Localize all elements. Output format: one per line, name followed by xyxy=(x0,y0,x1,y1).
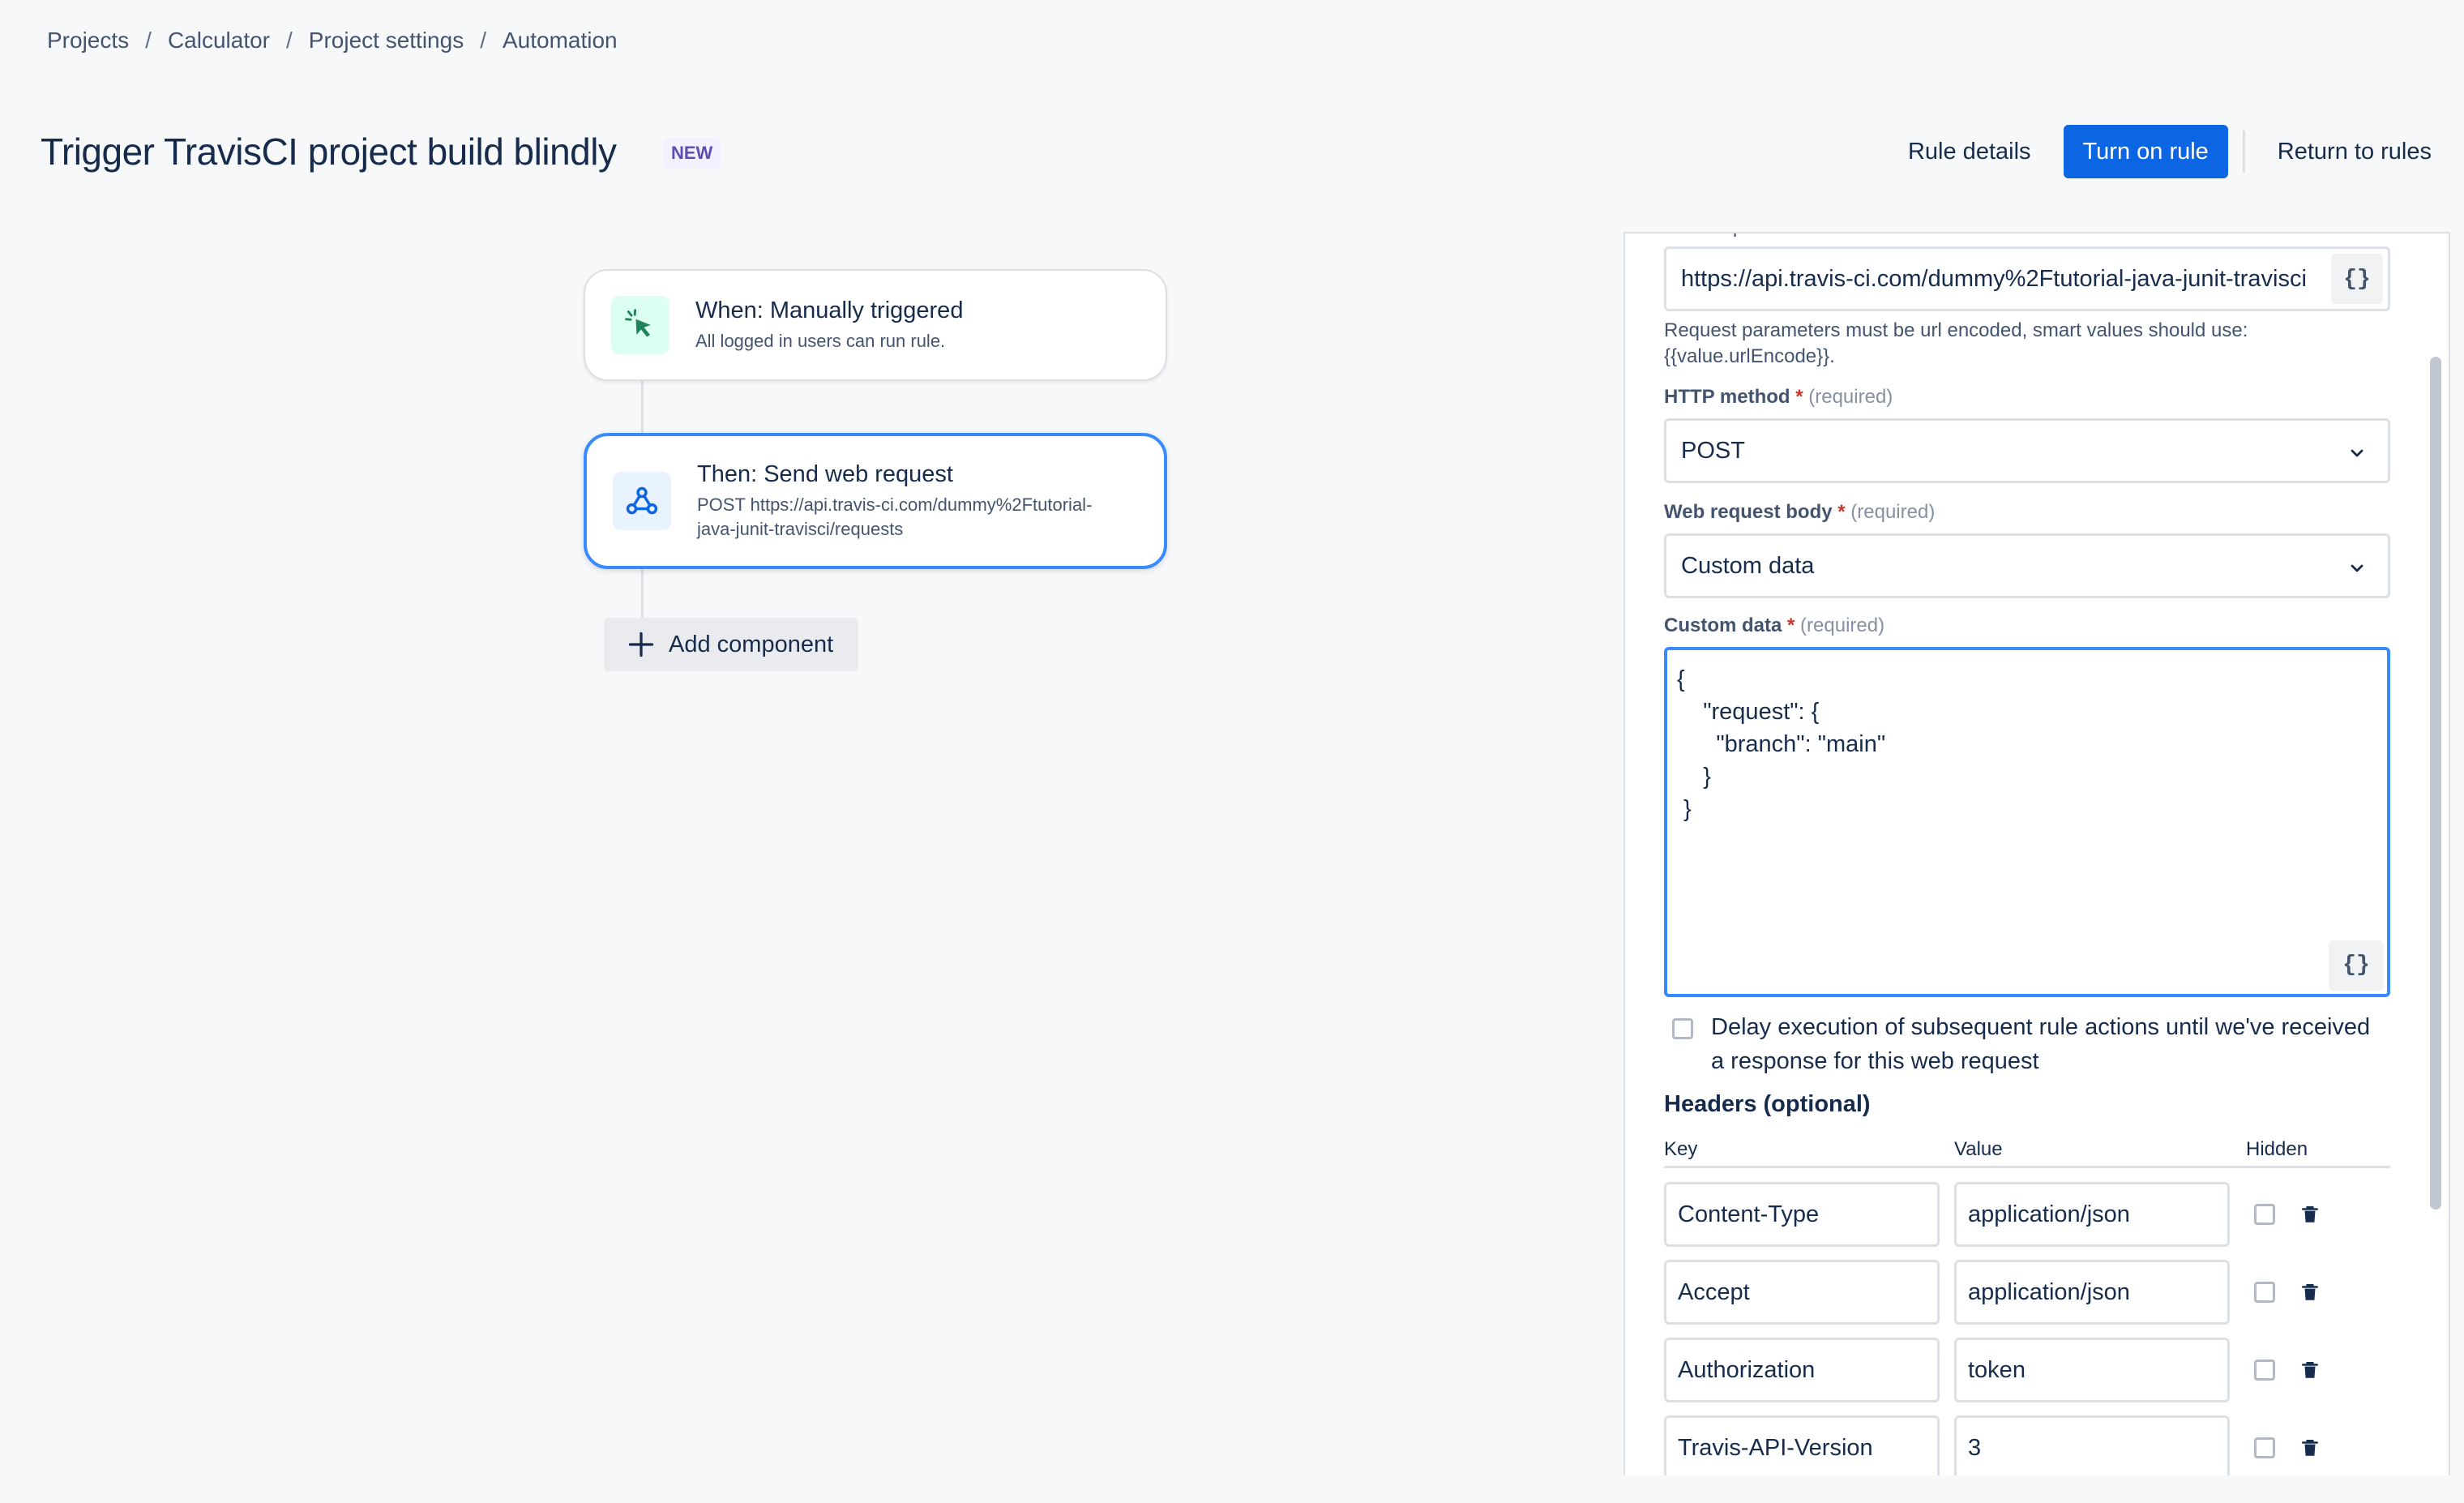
code-line: "branch": "main" xyxy=(1677,731,1886,757)
header-row: Authorization token xyxy=(1664,1338,2321,1402)
page-title: Trigger TravisCI project build blindly xyxy=(41,131,617,173)
custom-data-label-text: Custom data xyxy=(1664,614,1782,636)
delay-execution-option: Delay execution of subsequent rule actio… xyxy=(1672,1010,2385,1078)
header-value-input[interactable]: application/json xyxy=(1954,1182,2230,1247)
breadcrumb: Projects / Calculator / Project settings… xyxy=(47,28,618,54)
headers-value-column: Value xyxy=(1954,1138,2003,1160)
http-method-label-text: HTTP method xyxy=(1664,386,1790,408)
header-actions: Rule details Turn on rule Return to rule… xyxy=(1876,125,2464,178)
header-key-input[interactable]: Accept xyxy=(1664,1260,1940,1325)
action-card[interactable]: Then: Send web request POST https://api.… xyxy=(584,433,1167,569)
plus-icon xyxy=(628,632,654,657)
headers-key-column: Key xyxy=(1664,1138,1698,1160)
header-value-input[interactable]: application/json xyxy=(1954,1260,2230,1325)
panel-scrollbar[interactable] xyxy=(2430,357,2441,1210)
body-label-text: Web request body xyxy=(1664,501,1833,523)
url-label: Web request URL xyxy=(1664,233,1818,238)
action-subtitle-line2: java-junit-travisci/requests xyxy=(697,518,904,539)
http-method-value: POST xyxy=(1681,437,1745,464)
code-line: } xyxy=(1677,796,1692,822)
header-row: Accept application/json xyxy=(1664,1260,2321,1325)
required-star: * xyxy=(1787,614,1795,636)
breadcrumb-project-settings[interactable]: Project settings xyxy=(309,28,464,54)
http-method-label: HTTP method * (required) xyxy=(1664,386,1893,409)
required-hint: (required) xyxy=(1808,386,1893,408)
header-row: Content-Type application/json xyxy=(1664,1182,2321,1247)
trigger-subtitle: All logged in users can run rule. xyxy=(695,330,946,351)
required-hint: (required) xyxy=(1800,614,1885,636)
breadcrumb-calculator[interactable]: Calculator xyxy=(168,28,270,54)
header-key-input[interactable]: Travis-API-Version xyxy=(1664,1415,1940,1475)
delay-text: Delay execution of subsequent rule actio… xyxy=(1711,1014,2371,1074)
header-value-input[interactable]: 3 xyxy=(1954,1415,2230,1475)
http-method-select[interactable]: POST xyxy=(1664,418,2390,483)
flow-connector xyxy=(641,567,644,619)
trash-icon[interactable] xyxy=(2299,1437,2321,1458)
url-input[interactable]: https://api.travis-ci.com/dummy%2Ftutori… xyxy=(1664,246,2390,311)
header-hidden-checkbox[interactable] xyxy=(2254,1282,2275,1303)
component-config-panel: Web request URL https://api.travis-ci.co… xyxy=(1623,232,2450,1475)
custom-data-label: Custom data * (required) xyxy=(1664,614,1884,637)
header-hidden-checkbox[interactable] xyxy=(2254,1437,2275,1458)
add-component-label: Add component xyxy=(669,631,834,657)
trash-icon[interactable] xyxy=(2299,1204,2321,1225)
flow-connector xyxy=(641,381,644,435)
breadcrumb-automation[interactable]: Automation xyxy=(503,28,618,54)
action-subtitle-line1: POST https://api.travis-ci.com/dummy%2Ft… xyxy=(697,494,1093,515)
trigger-card[interactable]: When: Manually triggered All logged in u… xyxy=(584,269,1167,381)
body-select[interactable]: Custom data xyxy=(1664,533,2390,598)
code-line: "request": { xyxy=(1677,699,1820,725)
required-star: * xyxy=(1837,501,1846,523)
automation-rule-editor: Projects / Calculator / Project settings… xyxy=(0,0,2464,1503)
breadcrumb-separator: / xyxy=(145,28,152,53)
body-label: Web request body * (required) xyxy=(1664,501,1935,524)
header-key-input[interactable]: Content-Type xyxy=(1664,1182,1940,1247)
webhook-icon xyxy=(613,472,671,530)
code-line: } xyxy=(1677,764,1711,790)
custom-data-textarea[interactable]: { "request": { "branch": "main" } } {} xyxy=(1664,647,2390,997)
rule-details-button[interactable]: Rule details xyxy=(1876,125,2064,178)
body-value: Custom data xyxy=(1681,552,1815,579)
turn-on-rule-button[interactable]: Turn on rule xyxy=(2063,125,2228,178)
trash-icon[interactable] xyxy=(2299,1282,2321,1303)
trigger-title: When: Manually triggered xyxy=(695,297,964,323)
required-hint: (required) xyxy=(1850,501,1936,523)
delay-checkbox[interactable] xyxy=(1672,1018,1693,1039)
breadcrumb-projects[interactable]: Projects xyxy=(47,28,129,54)
header-hidden-checkbox[interactable] xyxy=(2254,1360,2275,1381)
headers-title: Headers (optional) xyxy=(1664,1091,1871,1117)
url-helper-line1: Request parameters must be url encoded, … xyxy=(1664,319,2248,341)
trash-icon[interactable] xyxy=(2299,1360,2321,1381)
breadcrumb-separator: / xyxy=(480,28,486,53)
url-helper-line2: {{value.urlEncode}}. xyxy=(1664,345,1835,367)
action-title: Then: Send web request xyxy=(697,460,953,487)
header-row: Travis-API-Version 3 xyxy=(1664,1415,2321,1475)
url-value: https://api.travis-ci.com/dummy%2Ftutori… xyxy=(1681,265,2307,292)
chevron-down-icon xyxy=(2351,449,2363,457)
cursor-click-icon xyxy=(611,296,669,354)
required-star: * xyxy=(1795,386,1803,408)
smart-value-button[interactable]: {} xyxy=(2331,254,2383,304)
return-to-rules-button[interactable]: Return to rules xyxy=(2245,125,2464,178)
smart-value-button[interactable]: {} xyxy=(2329,940,2384,991)
header-key-input[interactable]: Authorization xyxy=(1664,1338,1940,1402)
header-value-input[interactable]: token xyxy=(1954,1338,2230,1402)
add-component-button[interactable]: Add component xyxy=(604,618,858,671)
url-helper: Request parameters must be url encoded, … xyxy=(1664,318,2248,370)
code-line: { xyxy=(1677,666,1685,692)
headers-hidden-column: Hidden xyxy=(2246,1138,2308,1160)
breadcrumb-separator: / xyxy=(286,28,293,53)
new-badge: NEW xyxy=(663,138,721,169)
chevron-down-icon xyxy=(2351,564,2363,572)
header-hidden-checkbox[interactable] xyxy=(2254,1204,2275,1225)
headers-divider xyxy=(1664,1166,2390,1168)
